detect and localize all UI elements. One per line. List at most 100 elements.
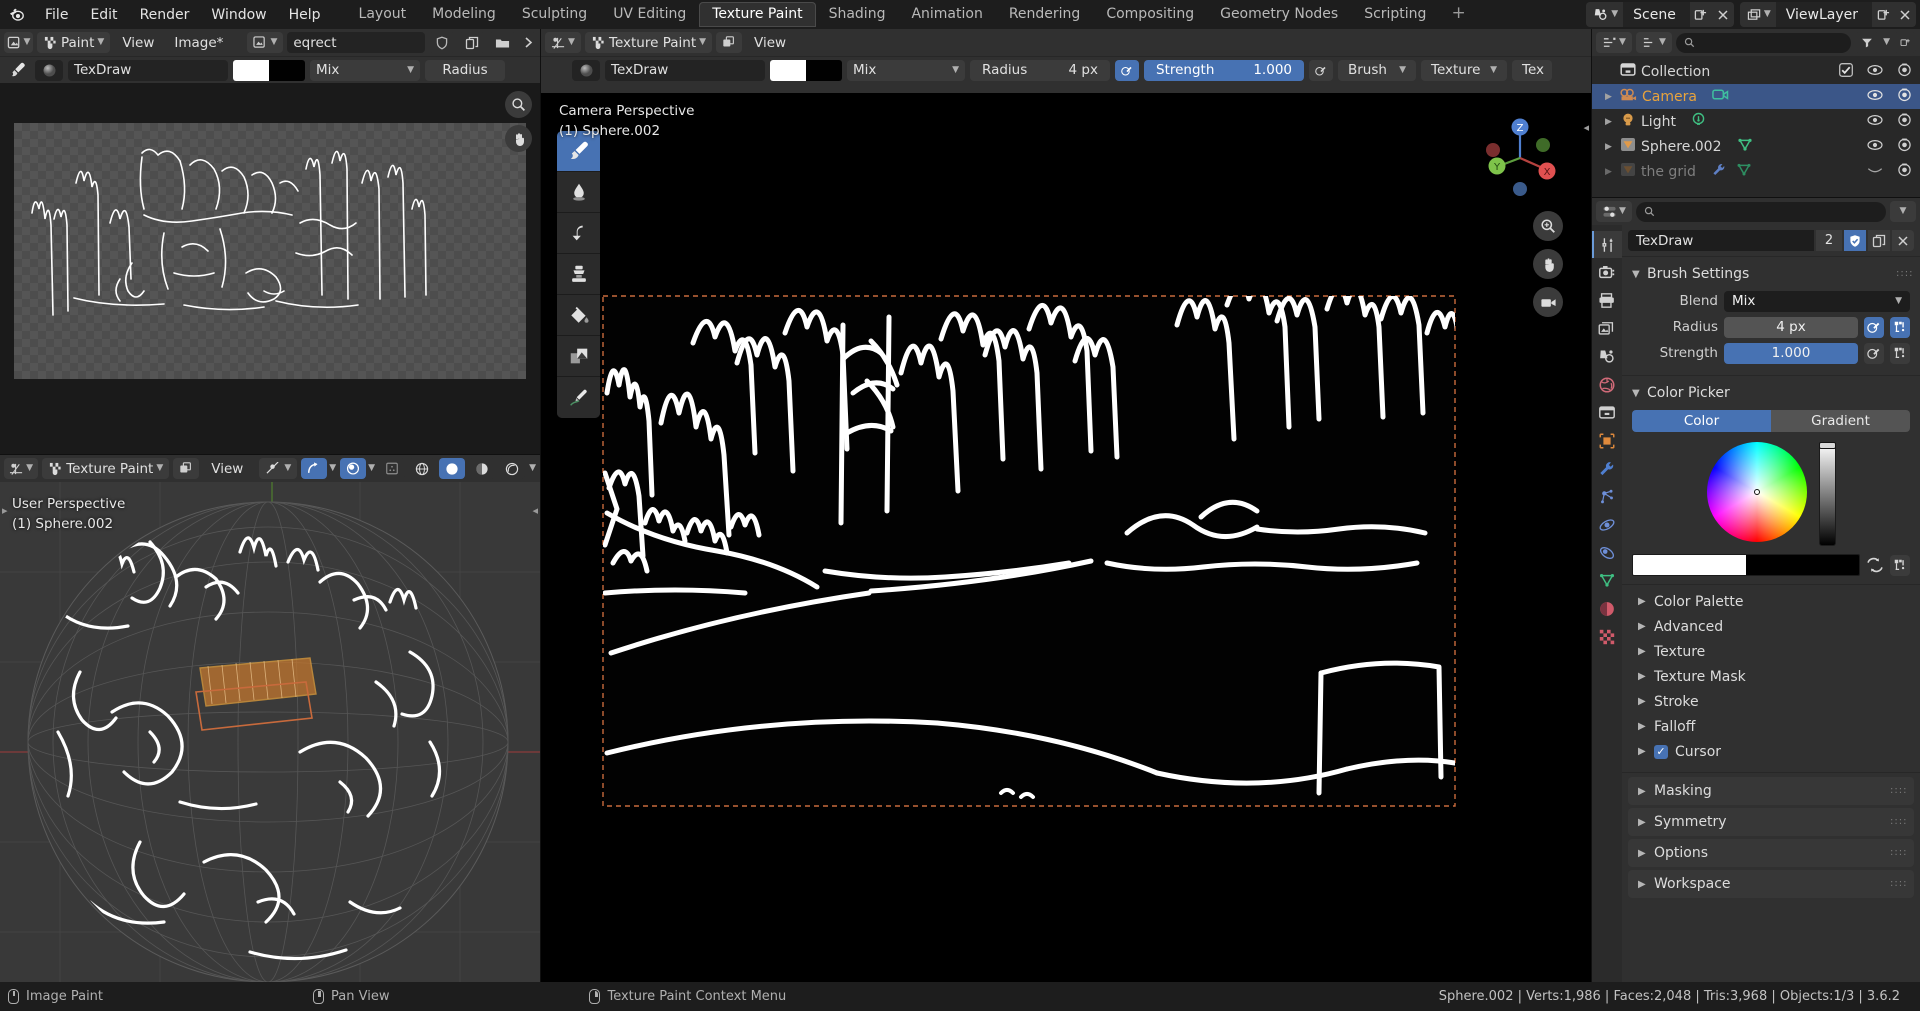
brush-preview-icon[interactable] — [572, 59, 600, 81]
cursor-checkbox[interactable]: ✓ — [1654, 744, 1668, 759]
properties-tab-collection[interactable] — [1592, 399, 1622, 426]
light-data-icon[interactable] — [1691, 112, 1706, 131]
mode-overlay-icon[interactable] — [716, 32, 743, 53]
eye-icon[interactable] — [1867, 64, 1883, 80]
radius-slider[interactable]: Radius 4 px — [970, 59, 1110, 81]
brush-users-count[interactable]: 2 — [1816, 230, 1842, 251]
zoom-icon[interactable] — [505, 91, 532, 118]
outliner-row-collection[interactable]: Collection — [1592, 59, 1920, 84]
new-collection-icon[interactable] — [1894, 32, 1916, 53]
visibility-icon[interactable]: ▼ — [259, 458, 298, 479]
shading-rendered-icon[interactable] — [499, 458, 526, 479]
workspace-tab-uv-editing[interactable]: UV Editing — [600, 2, 699, 27]
properties-tab-object[interactable] — [1592, 427, 1622, 454]
camera-render-icon[interactable] — [1897, 113, 1912, 131]
chevron-right-icon[interactable] — [519, 32, 536, 53]
advanced-section[interactable]: ▶ Advanced — [1622, 614, 1920, 639]
workspace-tab-modeling[interactable]: Modeling — [419, 2, 509, 27]
image-datablock-type-icon[interactable]: ▼ — [247, 32, 284, 53]
workspace-tab-layout[interactable]: Layout — [346, 2, 420, 27]
drag-grip-icon[interactable]: :::: — [1890, 848, 1906, 858]
menu-help[interactable]: Help — [278, 4, 332, 26]
pressure-icon[interactable] — [1864, 316, 1884, 338]
brush-name-field[interactable]: TexDraw — [68, 59, 228, 81]
add-workspace-button[interactable]: + — [1439, 1, 1477, 28]
properties-search-input[interactable] — [1636, 201, 1886, 222]
mode-overlay-icon[interactable] — [173, 458, 200, 479]
zoom-icon[interactable] — [1533, 211, 1563, 241]
3d-viewport-icon[interactable]: ▼ — [4, 458, 39, 479]
new-view-layer-icon[interactable] — [1872, 2, 1894, 27]
color-swatch-pair[interactable] — [233, 59, 305, 81]
outliner-row-the-grid[interactable]: ▶ the grid — [1592, 159, 1920, 184]
properties-tab-material[interactable] — [1592, 595, 1622, 622]
properties-tab-render[interactable] — [1592, 259, 1622, 286]
menu-file[interactable]: File — [34, 4, 79, 26]
outliner-row-sphere[interactable]: ▶ Sphere.002 — [1592, 134, 1920, 159]
image-editor-icon[interactable]: ▼ — [4, 32, 33, 53]
shading-wireframe-icon[interactable] — [409, 458, 436, 479]
shield-icon[interactable] — [1844, 230, 1866, 251]
editor-splitter-horizontal-left[interactable] — [0, 454, 540, 455]
cursor-section[interactable]: ▶ ✓ Cursor — [1622, 739, 1920, 764]
color-swatch-pair[interactable] — [770, 59, 842, 81]
secondary-color-swatch[interactable] — [806, 59, 842, 81]
filter-icon[interactable] — [1855, 32, 1880, 53]
scene-selector[interactable]: ▼ Scene — [1586, 2, 1734, 27]
view-layer-icon[interactable]: ▼ — [1739, 2, 1776, 27]
falloff-section[interactable]: ▶ Falloff — [1622, 714, 1920, 739]
blend-dropdown[interactable]: Mix ▼ — [1724, 290, 1910, 312]
viewport-main-canvas[interactable]: Z X Y Camera Perspective (1) Sphere.002 … — [541, 93, 1591, 982]
swap-colors-icon[interactable] — [1865, 555, 1885, 576]
properties-tab-constraints[interactable] — [1592, 539, 1622, 566]
workspace-tab-rendering[interactable]: Rendering — [996, 2, 1094, 27]
stroke-section[interactable]: ▶ Stroke — [1622, 689, 1920, 714]
shading-material-icon[interactable] — [469, 458, 496, 479]
checkbox-icon[interactable] — [1839, 62, 1853, 81]
blender-logo-icon[interactable] — [0, 0, 34, 29]
editor-splitter-vertical-left[interactable] — [540, 29, 541, 982]
show-gizmo-icon[interactable] — [379, 458, 406, 479]
expand-triangle-icon[interactable]: ▶ — [1602, 142, 1615, 152]
camera-data-icon[interactable] — [1712, 88, 1729, 106]
blend-mode-dropdown[interactable]: Mix ▼ — [847, 59, 965, 81]
annotate-pencil-tool[interactable] — [557, 377, 600, 418]
image-editor-menu-image[interactable]: Image* — [166, 33, 231, 53]
radius-pressure-icon[interactable] — [1115, 59, 1139, 81]
color-wheel-icon[interactable] — [1706, 442, 1807, 542]
workspace-tab-scripting[interactable]: Scripting — [1351, 2, 1439, 27]
menu-window[interactable]: Window — [200, 4, 277, 26]
outliner-search-input[interactable] — [1676, 32, 1852, 53]
properties-tab-output[interactable] — [1592, 287, 1622, 314]
menu-edit[interactable]: Edit — [79, 4, 128, 26]
properties-tab-data[interactable] — [1592, 567, 1622, 594]
eye-icon[interactable] — [1867, 114, 1883, 130]
camera-render-icon[interactable] — [1897, 88, 1912, 106]
color-swatch-pair[interactable] — [1632, 554, 1860, 576]
soften-tool[interactable] — [557, 172, 600, 213]
viewport-main-mode-selector[interactable]: Texture Paint ▼ — [585, 32, 713, 53]
expand-triangle-icon[interactable]: ▶ — [1602, 92, 1615, 102]
value-slider-knob[interactable] — [1818, 442, 1836, 449]
options-section[interactable]: ▶ Options :::: — [1628, 839, 1914, 867]
primary-color-swatch[interactable] — [233, 59, 269, 81]
clone-stamp-tool[interactable] — [557, 254, 600, 295]
texture-section[interactable]: ▶ Texture — [1622, 639, 1920, 664]
strength-pressure-icon[interactable] — [1309, 59, 1333, 81]
shield-icon[interactable] — [428, 32, 455, 53]
outliner-row-light[interactable]: ▶ Light — [1592, 109, 1920, 134]
blend-mode-dropdown[interactable]: Mix ▼ — [310, 59, 420, 81]
image-name-field[interactable]: eqrect — [287, 32, 425, 53]
workspace-tab-geometry-nodes[interactable]: Geometry Nodes — [1207, 2, 1351, 27]
image-paint-mode-selector[interactable]: Paint ▼ — [36, 32, 111, 53]
expand-triangle-icon[interactable]: ▶ — [1602, 167, 1615, 177]
viewport-main-menu-view[interactable]: View — [746, 33, 794, 53]
unified-icon[interactable] — [1890, 342, 1910, 364]
hand-pan-icon[interactable] — [1533, 249, 1563, 279]
primary-color-swatch[interactable] — [1633, 555, 1746, 575]
smear-tool[interactable] — [557, 213, 600, 254]
masking-section[interactable]: ▶ Masking :::: — [1628, 777, 1914, 805]
folder-icon[interactable] — [488, 32, 516, 53]
properties-tab-texture[interactable] — [1592, 623, 1622, 650]
properties-tab-particles[interactable] — [1592, 483, 1622, 510]
